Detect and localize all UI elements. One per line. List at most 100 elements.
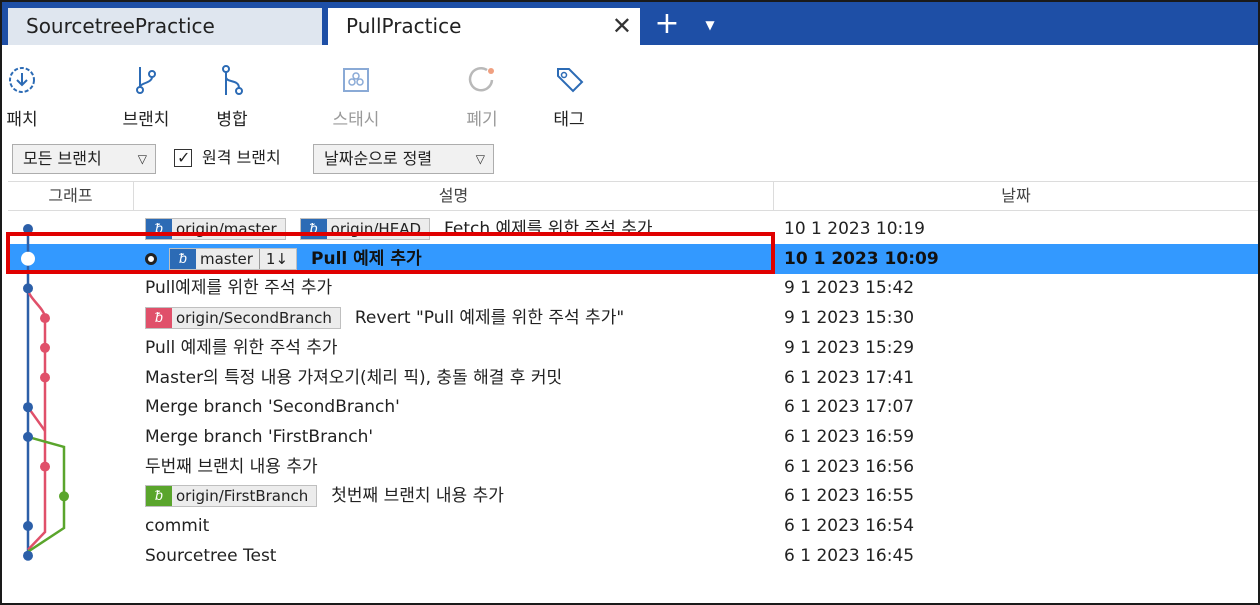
commit-row[interactable]: 두번째 브랜치 내용 추가 6 1 2023 16:56: [8, 452, 1258, 482]
chevron-down-icon: ▽: [137, 152, 147, 166]
toolbar: 패치 브랜치 병합 스태시 폐기 태그: [2, 45, 1258, 141]
commit-node[interactable]: [23, 224, 33, 234]
fetch-label: 패치: [6, 110, 38, 130]
commit-description: ᵬ origin/FirstBranch 첫번째 브랜치 내용 추가: [145, 481, 504, 511]
close-icon[interactable]: ✕: [612, 8, 632, 45]
stash-label: 스태시: [332, 110, 380, 130]
branch-badge[interactable]: ᵬ master 1↓: [169, 247, 298, 270]
head-indicator-icon: [145, 252, 157, 265]
commit-row[interactable]: ᵬ origin/master ᵬ origin/HEAD Fetch 예제를 위한 주…: [8, 214, 1258, 244]
sort-value: 날짜순으로 정렬: [324, 149, 433, 168]
tab-bar: SourcetreePractice PullPractice ✕ + ▼: [2, 2, 1258, 45]
commit-row[interactable]: ᵬ origin/FirstBranch 첫번째 브랜치 내용 추가 6 1 2023…: [8, 481, 1258, 511]
commit-row[interactable]: ᵬ master 1↓ Pull 예제 추가 10 1 2023 10:09: [8, 243, 1258, 274]
commit-row[interactable]: commit 6 1 2023 16:54: [8, 511, 1258, 541]
commit-date: 10 1 2023 10:19: [784, 219, 925, 239]
commit-date: 10 1 2023 10:09: [784, 248, 939, 269]
commit-date: 6 1 2023 16:56: [784, 456, 915, 477]
branch-icon: ᵬ: [146, 486, 172, 507]
chevron-down-icon[interactable]: ▼: [698, 10, 722, 40]
tag-button[interactable]: 태그: [529, 45, 609, 141]
tag-label: 태그: [553, 110, 585, 130]
column-header-description[interactable]: 설명: [134, 182, 774, 210]
commit-description: ᵬ master 1↓ Pull 예제 추가: [145, 244, 422, 274]
commit-node[interactable]: [23, 521, 33, 531]
commit-node[interactable]: [59, 491, 69, 502]
merge-label: 병합: [216, 110, 248, 130]
tab-label: SourcetreePractice: [26, 14, 215, 38]
branch-badge-label: origin/SecondBranch: [176, 309, 332, 328]
branch-badge[interactable]: ᵬ origin/master: [145, 218, 286, 240]
commit-node[interactable]: [40, 313, 50, 324]
commit-date: 6 1 2023 16:59: [784, 426, 915, 447]
fetch-button[interactable]: 패치: [2, 45, 62, 141]
fetch-icon: [9, 67, 35, 93]
commit-node[interactable]: [40, 461, 50, 472]
branch-icon: ᵬ: [300, 219, 327, 239]
branch-badge[interactable]: ᵬ origin/FirstBranch: [145, 485, 318, 508]
commit-node[interactable]: [23, 402, 33, 413]
add-tab-icon[interactable]: +: [652, 6, 682, 42]
remote-branches-label: 원격 브랜치: [202, 148, 281, 167]
commit-row[interactable]: Pull예제를 위한 주석 추가 9 1 2023 15:42: [8, 273, 1258, 303]
commit-row[interactable]: Master의 특정 내용 가져오기(체리 픽), 충돌 해결 후 커밋 6 1 …: [8, 363, 1258, 393]
column-header-date[interactable]: 날짜: [774, 182, 1258, 210]
commit-message: commit: [145, 516, 210, 536]
commit-description: 두번째 브랜치 내용 추가: [145, 452, 318, 482]
chevron-down-icon: ▽: [475, 152, 485, 166]
branch-icon: ᵬ: [146, 219, 172, 239]
tab-pullpractice[interactable]: PullPractice ✕: [328, 8, 640, 45]
column-header-graph[interactable]: 그래프: [8, 182, 134, 210]
tab-sourcetreepractice[interactable]: SourcetreePractice: [8, 8, 322, 45]
tag-icon: [557, 68, 584, 93]
commit-message: Pull예제를 위한 주석 추가: [145, 278, 333, 299]
commit-description: ᵬ origin/SecondBranch Revert "Pull 예제를 위한 …: [145, 303, 624, 333]
commit-message: Sourcetree Test: [145, 545, 277, 566]
behind-count: 1↓: [258, 248, 288, 269]
commit-node[interactable]: [23, 283, 33, 294]
commit-node[interactable]: [23, 431, 33, 442]
merge-button[interactable]: 병합: [192, 45, 272, 141]
commit-graph: [21, 224, 69, 561]
stash-button[interactable]: 스태시: [316, 45, 396, 141]
branch-filter-value: 모든 브랜치: [23, 149, 102, 168]
commit-description: Merge branch 'SecondBranch': [145, 392, 400, 422]
commit-date: 6 1 2023 16:55: [784, 486, 915, 507]
commit-row[interactable]: ᵬ origin/SecondBranch Revert "Pull 예제를 위한 …: [8, 303, 1258, 333]
commit-row[interactable]: Pull 예제를 위한 주석 추가 9 1 2023 15:29: [8, 333, 1258, 363]
discard-icon: [468, 67, 494, 92]
remote-branches-checkbox[interactable]: ✓: [174, 148, 192, 167]
branch-button[interactable]: 브랜치: [106, 45, 186, 141]
commit-message: Merge branch 'SecondBranch': [145, 397, 400, 418]
branch-badge-label: origin/FirstBranch: [176, 487, 309, 506]
sourcetree-window: SourcetreePractice PullPractice ✕ + ▼ 패치…: [0, 0, 1260, 605]
commit-row[interactable]: Sourcetree Test 6 1 2023 16:45: [8, 541, 1258, 571]
branch-badge[interactable]: ᵬ origin/HEAD: [299, 218, 431, 240]
commit-description: Master의 특정 내용 가져오기(체리 픽), 충돌 해결 후 커밋: [145, 363, 562, 393]
commit-description: Sourcetree Test: [145, 541, 276, 571]
commit-row[interactable]: Merge branch 'SecondBranch' 6 1 2023 17:0…: [8, 392, 1258, 422]
branch-filter-dropdown[interactable]: 모든 브랜치 ▽: [12, 144, 156, 174]
commit-date: 6 1 2023 17:41: [784, 367, 915, 388]
commit-message: Master의 특정 내용 가져오기(체리 픽), 충돌 해결 후 커밋: [145, 367, 563, 388]
commit-message: Pull 예제 추가: [311, 248, 422, 269]
commit-node-head[interactable]: [21, 251, 35, 266]
commit-description: Pull예제를 위한 주석 추가: [145, 273, 332, 303]
commit-message: Revert "Pull 예제를 위한 주석 추가": [354, 308, 625, 329]
commit-message: Pull 예제를 위한 주석 추가: [145, 337, 338, 358]
commit-row[interactable]: Merge branch 'FirstBranch' 6 1 2023 16:59: [8, 422, 1258, 452]
filter-bar: 모든 브랜치 ▽ ✓ 원격 브랜치 날짜순으로 정렬 ▽: [2, 141, 1258, 181]
branch-badge[interactable]: ᵬ origin/SecondBranch: [145, 307, 341, 330]
branch-label: 브랜치: [122, 110, 170, 130]
branch-badge-label: origin/HEAD: [330, 220, 422, 238]
commit-node[interactable]: [23, 550, 33, 561]
commit-node[interactable]: [40, 342, 50, 353]
commit-list: ᵬ origin/master ᵬ origin/HEAD Fetch 예제를 위한 주…: [8, 212, 1258, 572]
commit-node[interactable]: [40, 372, 50, 383]
commit-message: Fetch 예제를 위한 주석 추가: [444, 219, 653, 239]
commit-date: 6 1 2023 17:07: [784, 397, 915, 418]
discard-button[interactable]: 폐기: [442, 45, 522, 141]
commit-date: 9 1 2023 15:42: [784, 278, 915, 299]
checkmark-icon: ✓: [177, 148, 191, 167]
sort-dropdown[interactable]: 날짜순으로 정렬 ▽: [313, 144, 494, 174]
